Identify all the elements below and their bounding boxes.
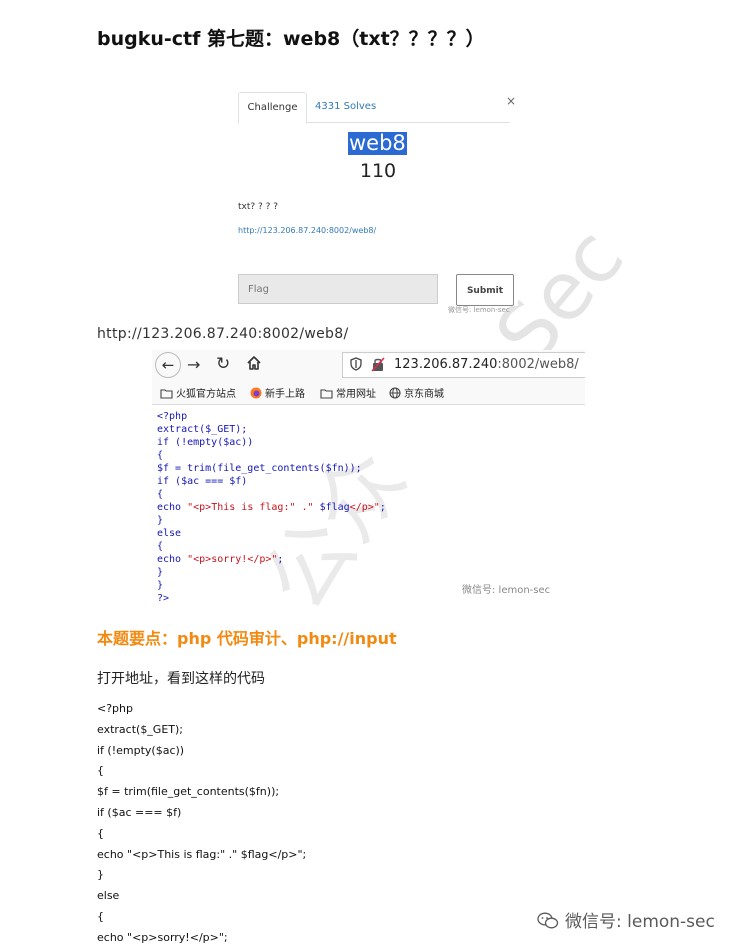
code-token: ; — [277, 554, 284, 565]
code-line: ?> — [157, 592, 386, 605]
url-path: :8002/web8/ — [497, 357, 579, 372]
modal-tabs: Challenge 4331 Solves — [238, 92, 510, 124]
code-line: $f = trim(file_get_contents($fn)); — [157, 462, 386, 475]
folder-icon — [320, 389, 333, 399]
reload-icon[interactable]: ↻ — [216, 354, 230, 374]
code-line: echo "<p>sorry!</p>"; — [157, 553, 386, 566]
code-line: } — [157, 514, 386, 527]
challenge-description: txt? ? ? ? — [238, 202, 279, 212]
code-line: echo "<p>sorry!</p>"; — [97, 930, 228, 944]
browser-screenshot: ← → ↻ 123.206.87.240:8002/web8/ 火狐官方站点 新… — [152, 350, 585, 610]
code-line: extract($_GET); — [97, 722, 184, 736]
bookmark-firefox-site[interactable]: 火狐官方站点 — [160, 385, 236, 400]
folder-icon — [160, 389, 173, 399]
globe-icon — [389, 387, 401, 399]
code-token: echo — [157, 554, 188, 565]
code-token: extract($_GET); — [157, 424, 248, 435]
code-token: { — [157, 450, 164, 461]
code-line: { — [157, 488, 386, 501]
wechat-icon — [537, 912, 559, 929]
code-token: { — [157, 489, 164, 500]
code-token: "<p>This is flag:" ." — [187, 502, 320, 513]
code-line: } — [157, 566, 386, 579]
challenge-points: 110 — [359, 160, 397, 182]
code-token: } — [157, 580, 164, 591]
code-line: if ($ac === $f) — [97, 805, 182, 819]
code-line: else — [97, 889, 120, 903]
article-code-block: <?php extract($_GET);if (!empty($ac)) { $f … — [97, 699, 306, 949]
code-line: extract($_GET); — [157, 423, 386, 436]
code-token: echo — [157, 502, 188, 513]
insecure-lock-icon[interactable] — [371, 357, 385, 372]
code-token: if (!empty($ac)) — [157, 437, 254, 448]
code-line: $f = trim(file_get_contents($fn)); — [97, 785, 280, 799]
code-token: $flag — [319, 502, 350, 513]
php-source-code: <?php extract($_GET);if (!empty($ac)) { $f … — [157, 410, 386, 605]
watermark-bottom-text: 微信号: lemon-sec — [565, 912, 715, 932]
close-icon[interactable]: × — [506, 94, 516, 108]
bookmark-getting-started[interactable]: 新手上路 — [250, 385, 305, 400]
code-token: "<p>sorry!</p>" — [187, 554, 278, 565]
code-token: <?php — [157, 411, 188, 422]
bookmark-label: 京东商城 — [404, 389, 444, 400]
code-line: if ($ac === $f) — [157, 475, 386, 488]
bookmark-common-sites[interactable]: 常用网址 — [320, 385, 376, 400]
code-line: } — [157, 579, 386, 592]
back-arrow-icon[interactable]: ← — [155, 352, 181, 378]
home-icon[interactable] — [245, 354, 263, 372]
code-line: if (!empty($ac)) — [157, 436, 386, 449]
firefox-icon — [250, 387, 262, 399]
code-token: else — [157, 528, 182, 539]
code-token: } — [157, 515, 164, 526]
flag-input[interactable]: Flag — [238, 274, 438, 304]
code-token: if ($ac === $f) — [157, 476, 248, 487]
shield-icon[interactable] — [350, 357, 362, 371]
url-host: 123.206.87.240 — [394, 357, 498, 372]
code-line: { — [97, 764, 104, 778]
code-token: ; — [379, 502, 386, 513]
code-line: { — [97, 826, 104, 840]
url-text: 123.206.87.240:8002/web8/ — [394, 357, 579, 372]
code-line: { — [97, 909, 104, 923]
code-token: { — [157, 541, 164, 552]
code-token: ?> — [157, 593, 170, 604]
code-line: echo "<p>This is flag:" ." $flag</p>"; — [157, 501, 386, 514]
submit-button[interactable]: Submit — [456, 274, 514, 306]
code-line: <?php — [97, 702, 133, 715]
code-line: <?php — [157, 410, 386, 423]
bookmark-label: 常用网址 — [336, 389, 376, 400]
code-line: echo "<p>This is flag:" ." $flag</p>"; — [97, 847, 307, 861]
challenge-modal: Challenge 4331 Solves × web8 110 txt? ? … — [238, 84, 518, 314]
key-point-heading: 本题要点：php 代码审计、php://input — [97, 629, 397, 648]
watermark-small: 微信号: lemon-sec — [448, 306, 510, 314]
bookmark-label: 新手上路 — [265, 389, 305, 400]
code-line: else — [157, 527, 386, 540]
code-line: { — [157, 449, 386, 462]
challenge-name: web8 — [348, 131, 407, 155]
challenge-url-text: http://123.206.87.240:8002/web8/ — [97, 326, 349, 342]
bookmark-jd-mall[interactable]: 京东商城 — [389, 385, 444, 400]
code-line: if (!empty($ac)) — [97, 743, 185, 757]
tab-solves[interactable]: 4331 Solves — [315, 92, 376, 122]
code-line: { — [157, 540, 386, 553]
forward-arrow-icon[interactable]: → — [187, 355, 200, 374]
code-token: </p>" — [349, 502, 380, 513]
watermark-bottom: 微信号: lemon-sec — [537, 907, 715, 932]
bookmark-label: 火狐官方站点 — [176, 389, 236, 400]
article-title: bugku-ctf 第七题：web8（txt？？？？） — [97, 28, 485, 50]
intro-text: 打开地址，看到这样的代码 — [97, 671, 265, 687]
code-token: $f = trim(file_get_contents($fn)); — [157, 463, 362, 474]
browser-toolbar: ← → ↻ 123.206.87.240:8002/web8/ — [152, 350, 585, 380]
challenge-link[interactable]: http://123.206.87.240:8002/web8/ — [238, 226, 376, 235]
code-token: } — [157, 567, 164, 578]
code-line: } — [97, 868, 104, 882]
address-bar[interactable]: 123.206.87.240:8002/web8/ — [342, 352, 585, 378]
tab-challenge[interactable]: Challenge — [238, 92, 307, 124]
bookmarks-bar: 火狐官方站点 新手上路 常用网址 京东商城 — [152, 380, 585, 405]
watermark-browser: 微信号: lemon-sec — [462, 585, 551, 596]
